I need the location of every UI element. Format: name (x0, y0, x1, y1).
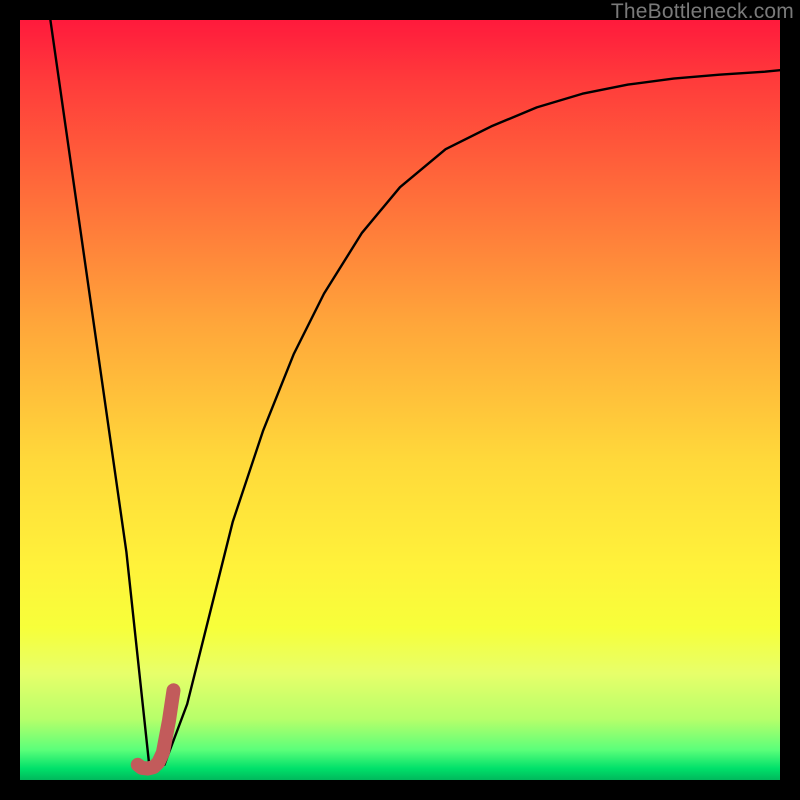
chart-plot-area (20, 20, 780, 780)
chart-svg (20, 20, 780, 780)
watermark-text: TheBottleneck.com (611, 0, 794, 24)
chart-frame: TheBottleneck.com (0, 0, 800, 800)
main-curve (50, 20, 780, 765)
